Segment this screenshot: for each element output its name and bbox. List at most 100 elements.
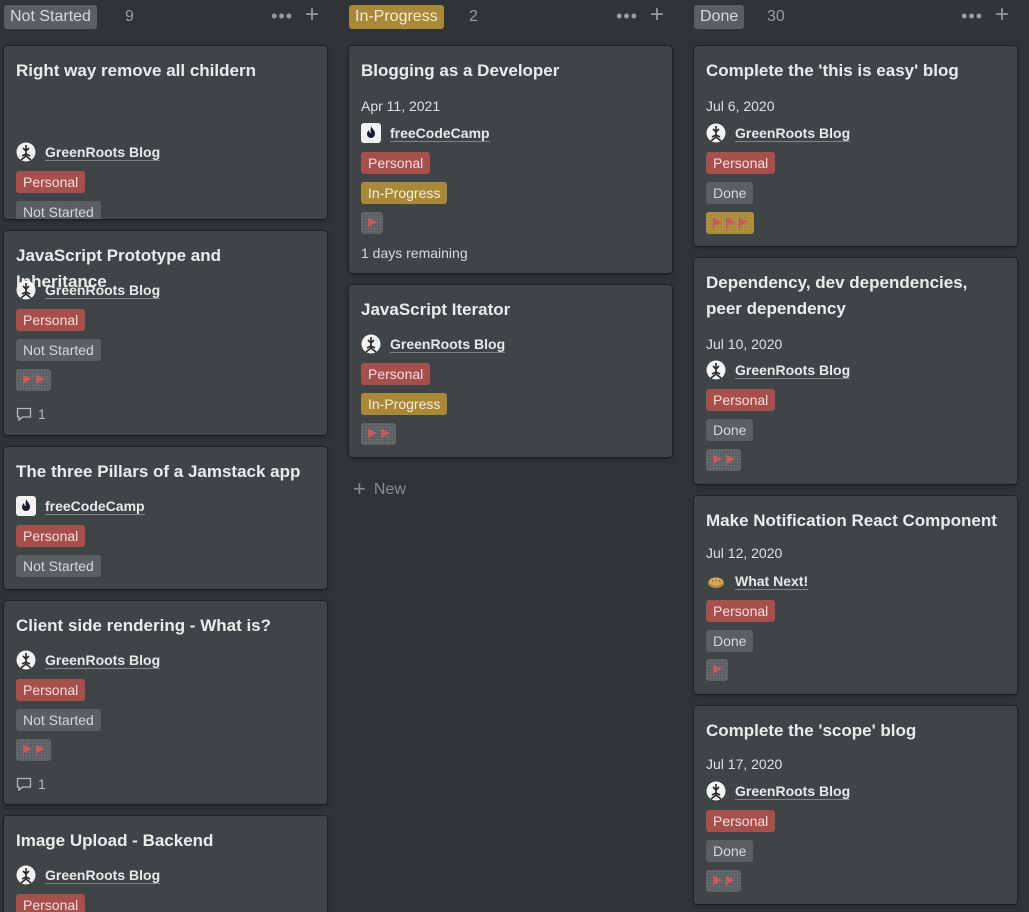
greenroots-logo-icon (706, 360, 726, 380)
card-source-label: GreenRoots Blog (735, 362, 851, 379)
card-tag: Personal (706, 152, 776, 174)
card-source[interactable]: GreenRoots Blog (706, 122, 851, 144)
add-card-icon[interactable]: + (995, 3, 1009, 27)
board-card[interactable]: Blogging as a Developer Apr 11, 2021 fre… (349, 46, 672, 273)
card-tag: Personal (16, 894, 86, 912)
new-card-button[interactable]: + New (353, 478, 406, 500)
column-status-label[interactable]: In-Progress (349, 5, 444, 29)
status-badge: Not Started (16, 555, 101, 577)
card-title[interactable]: Image Upload - Backend (16, 828, 315, 854)
bread-emoji-icon (706, 571, 726, 591)
card-date: Jul 17, 2020 (706, 756, 783, 772)
card-source[interactable]: GreenRoots Blog (16, 649, 161, 671)
tag-personal: Personal (706, 389, 776, 411)
column-card-count: 2 (469, 8, 478, 25)
flag-icon (22, 374, 32, 386)
card-tag: Personal (361, 363, 431, 385)
card-tag: Personal (16, 309, 86, 331)
column-status-label[interactable]: Done (694, 5, 745, 29)
comment-count: 1 (38, 776, 46, 792)
greenroots-logo-icon (16, 650, 36, 670)
card-tag: Personal (706, 389, 776, 411)
board-card[interactable]: Client side rendering - What is? GreenRo… (4, 601, 327, 804)
card-title[interactable]: Blogging as a Developer (361, 58, 660, 84)
tag-personal: Personal (16, 171, 86, 193)
status-badge: Not Started (16, 339, 101, 361)
tag-personal: Personal (16, 894, 86, 912)
column-status-label[interactable]: Not Started (4, 5, 97, 29)
card-source[interactable]: GreenRoots Blog (361, 333, 506, 355)
card-status: Done (706, 840, 754, 862)
card-status: In-Progress (361, 393, 448, 415)
board-card[interactable]: Right way remove all childern GreenRoots… (4, 46, 327, 219)
more-options-icon[interactable]: ••• (961, 5, 983, 27)
column-header: Not Started 9 ••• + (0, 3, 325, 30)
flag-icon (738, 217, 748, 229)
flag-icon (712, 217, 722, 229)
card-comments[interactable]: 1 (16, 774, 46, 794)
card-title[interactable]: Client side rendering - What is? (16, 613, 315, 639)
flag-icon (380, 428, 390, 440)
board-card[interactable]: Image Upload - Backend GreenRoots Blog P… (4, 816, 327, 912)
add-card-icon[interactable]: + (650, 3, 664, 27)
freecodecamp-flame-icon (16, 496, 36, 516)
more-options-icon[interactable]: ••• (271, 5, 293, 27)
card-source[interactable]: GreenRoots Blog (16, 141, 161, 163)
card-source-label: What Next! (735, 573, 809, 590)
board-card[interactable]: Complete the 'this is easy' blog Jul 6, … (694, 46, 1017, 246)
card-tag: Personal (16, 679, 86, 701)
card-title[interactable]: The three Pillars of a Jamstack app (16, 459, 315, 485)
column-header: In-Progress 2 ••• + (345, 3, 670, 30)
comment-icon (16, 407, 32, 421)
card-title[interactable]: Complete the 'this is easy' blog (706, 58, 1005, 84)
card-source[interactable]: freeCodeCamp (361, 122, 490, 144)
card-source[interactable]: GreenRoots Blog (706, 359, 851, 381)
more-options-icon[interactable]: ••• (616, 5, 638, 27)
card-source[interactable]: GreenRoots Blog (16, 864, 161, 886)
card-source-label: freeCodeCamp (390, 125, 490, 142)
card-title[interactable]: JavaScript Iterator (361, 297, 660, 323)
card-status: Not Started (16, 709, 101, 731)
greenroots-logo-icon (16, 280, 36, 300)
column-in-progress: In-Progress 2 ••• + Blogging as a Develo… (345, 0, 672, 912)
card-status: Not Started (16, 339, 101, 361)
board-card[interactable]: Dependency, dev dependencies, peer depen… (694, 258, 1017, 484)
card-status: Done (706, 182, 754, 204)
tag-personal: Personal (706, 810, 776, 832)
comment-count: 1 (38, 406, 46, 422)
card-source-label: freeCodeCamp (45, 498, 145, 515)
column-card-count: 30 (767, 8, 785, 25)
status-badge: Done (706, 419, 754, 441)
card-source[interactable]: freeCodeCamp (16, 495, 145, 517)
card-title[interactable]: Right way remove all childern (16, 58, 315, 84)
flag-icon (712, 454, 722, 466)
flag-icon (712, 664, 722, 676)
card-tag: Personal (706, 810, 776, 832)
card-source[interactable]: GreenRoots Blog (16, 279, 161, 301)
card-date: Jul 12, 2020 (706, 545, 783, 561)
flag-icon (35, 374, 45, 386)
priority-flags (706, 449, 741, 471)
card-title[interactable]: Complete the 'scope' blog (706, 718, 1005, 744)
board-card[interactable]: Complete the 'scope' blog Jul 17, 2020 G… (694, 706, 1017, 904)
plus-icon: + (353, 476, 366, 501)
card-source-label: GreenRoots Blog (735, 125, 851, 142)
column-not-started: Not Started 9 ••• + Right way remove all… (0, 0, 327, 912)
board-card[interactable]: The three Pillars of a Jamstack app free… (4, 447, 327, 589)
board-card[interactable]: Make Notification React Component Jul 12… (694, 496, 1017, 694)
comment-icon (16, 777, 32, 791)
board-card[interactable]: JavaScript Prototype and Inheritance Gre… (4, 231, 327, 435)
flag-icon (712, 875, 722, 887)
card-source[interactable]: What Next! (706, 570, 809, 592)
flag-icon (367, 428, 377, 440)
priority-flags (361, 212, 383, 234)
card-title[interactable]: Dependency, dev dependencies, peer depen… (706, 270, 1005, 322)
board-card[interactable]: JavaScript Iterator GreenRoots Blog Pers… (349, 285, 672, 457)
greenroots-logo-icon (706, 123, 726, 143)
priority-flags (706, 870, 741, 892)
card-source[interactable]: GreenRoots Blog (706, 780, 851, 802)
add-card-icon[interactable]: + (305, 3, 319, 27)
flag-icon (367, 217, 377, 229)
card-comments[interactable]: 1 (16, 404, 46, 424)
card-title[interactable]: Make Notification React Component (706, 508, 1005, 534)
